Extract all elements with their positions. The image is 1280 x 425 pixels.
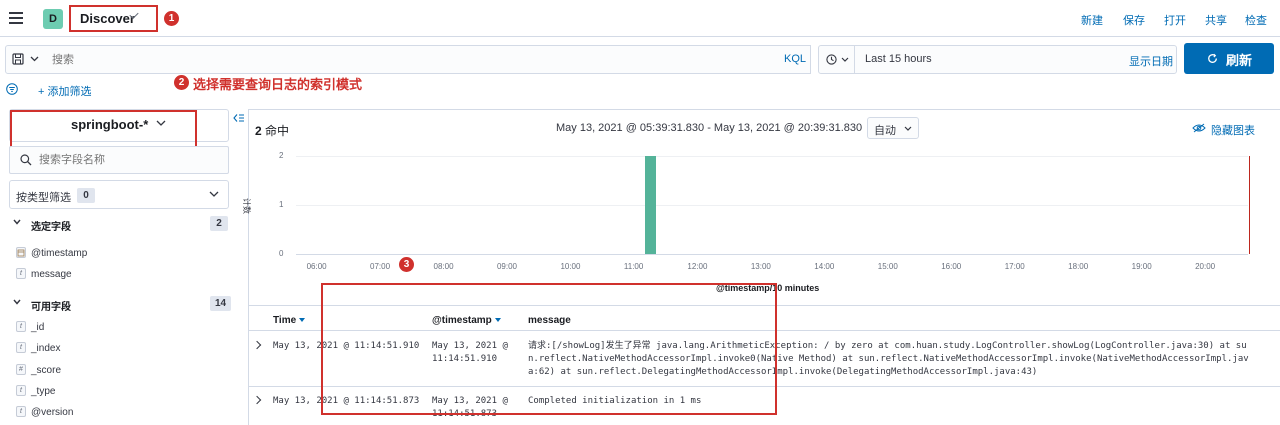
x-tick-label: 14:00 bbox=[814, 262, 835, 271]
string-field-icon: t bbox=[16, 342, 26, 353]
x-tick-label: 13:00 bbox=[750, 262, 771, 271]
x-tick-label: 11:00 bbox=[623, 262, 644, 271]
gridline bbox=[296, 156, 1248, 157]
x-tick-label: 09:00 bbox=[496, 262, 517, 271]
x-tick-label: 19:00 bbox=[1131, 262, 1152, 271]
sort-desc-icon bbox=[299, 318, 306, 323]
refresh-button[interactable]: 刷新 bbox=[1184, 43, 1274, 74]
y-tick-label: 2 bbox=[279, 151, 284, 160]
x-tick-label: 15:00 bbox=[877, 262, 898, 271]
x-tick-label: 18:00 bbox=[1068, 262, 1089, 271]
chevron-down-icon bbox=[156, 120, 166, 126]
field-index[interactable]: _index bbox=[31, 343, 60, 354]
eye-closed-icon bbox=[1192, 123, 1206, 133]
chevron-down-icon bbox=[30, 56, 39, 62]
kql-toggle[interactable]: KQL bbox=[784, 53, 806, 65]
filter-by-type-label: 按类型筛选 bbox=[16, 192, 71, 204]
column-header-label: Time bbox=[273, 315, 297, 326]
saved-query-button[interactable] bbox=[5, 45, 45, 74]
x-tick-label: 17:00 bbox=[1004, 262, 1025, 271]
hits-count: 2 bbox=[255, 124, 262, 138]
show-dates-link[interactable]: 显示日期 bbox=[1129, 53, 1173, 69]
field-message[interactable]: message bbox=[31, 269, 72, 280]
string-field-icon: t bbox=[16, 321, 26, 332]
x-tick-label: 12:00 bbox=[687, 262, 708, 271]
date-divider bbox=[854, 46, 855, 73]
chevron-down-icon bbox=[209, 191, 219, 197]
hits-summary: 2 命中 bbox=[255, 122, 289, 139]
search-input[interactable] bbox=[52, 52, 652, 68]
filter-menu-icon[interactable] bbox=[6, 83, 18, 95]
refresh-label: 刷新 bbox=[1226, 53, 1253, 68]
add-filter-link[interactable]: + 添加筛选 bbox=[38, 83, 91, 99]
save-link[interactable]: 保存 bbox=[1123, 12, 1145, 28]
open-link[interactable]: 打开 bbox=[1164, 12, 1186, 28]
hits-label: 命中 bbox=[265, 124, 290, 138]
annotation-marker-1: 1 bbox=[164, 11, 179, 26]
available-fields-title: 可用字段 bbox=[31, 302, 71, 313]
inspect-link[interactable]: 检查 bbox=[1245, 12, 1267, 28]
y-tick-label: 0 bbox=[279, 249, 284, 258]
x-tick-label: 07:00 bbox=[370, 262, 391, 271]
number-field-icon: # bbox=[16, 364, 26, 375]
refresh-icon bbox=[1208, 53, 1217, 63]
field-version[interactable]: @version bbox=[31, 407, 73, 418]
clock-icon bbox=[826, 54, 837, 65]
x-tick-label: 08:00 bbox=[433, 262, 454, 271]
x-tick-label: 16:00 bbox=[941, 262, 962, 271]
x-tick-label: 20:00 bbox=[1195, 262, 1216, 271]
quick-menu-button[interactable] bbox=[819, 46, 854, 73]
gridline bbox=[296, 205, 1248, 206]
hide-chart-link[interactable]: 隐藏图表 bbox=[1211, 122, 1255, 138]
field-search-input[interactable] bbox=[39, 153, 219, 167]
interval-value: 自动 bbox=[874, 125, 896, 137]
collapse-sidebar-icon[interactable] bbox=[233, 113, 245, 123]
field-type[interactable]: _type bbox=[31, 386, 55, 397]
string-field-icon: t bbox=[16, 268, 26, 279]
annotation-box-3 bbox=[321, 283, 777, 415]
filter-count-badge: 0 bbox=[77, 188, 95, 203]
string-field-icon: t bbox=[16, 406, 26, 417]
date-field-icon bbox=[16, 247, 26, 258]
share-link[interactable]: 共享 bbox=[1205, 12, 1227, 28]
selected-count-badge: 2 bbox=[210, 216, 228, 231]
hamburger-menu-icon[interactable] bbox=[9, 12, 23, 24]
time-range-text[interactable]: Last 15 hours bbox=[865, 53, 932, 65]
annotation-marker-2: 2 bbox=[174, 75, 189, 90]
y-tick-label: 1 bbox=[279, 200, 284, 209]
chevron-down-icon[interactable] bbox=[13, 299, 21, 305]
annotation-text-2: 选择需要查询日志的索引模式 bbox=[193, 77, 363, 92]
interval-select[interactable]: 自动 bbox=[867, 117, 919, 139]
field-score[interactable]: _score bbox=[31, 365, 61, 376]
field-timestamp[interactable]: @timestamp bbox=[31, 248, 87, 259]
chevron-down-icon bbox=[904, 126, 912, 131]
string-field-icon: t bbox=[16, 385, 26, 396]
selected-fields-title: 选定字段 bbox=[31, 222, 71, 233]
available-count-badge: 14 bbox=[210, 296, 232, 311]
x-axis-line bbox=[296, 254, 1248, 255]
breadcrumb-discover[interactable]: Discover bbox=[80, 11, 135, 26]
chevron-down-icon[interactable] bbox=[13, 219, 21, 225]
y-axis-label: 计数 bbox=[242, 198, 251, 214]
app-badge[interactable]: D bbox=[43, 9, 63, 29]
search-icon bbox=[20, 154, 32, 166]
x-tick-label: 06:00 bbox=[306, 262, 327, 271]
date-range-label: May 13, 2021 @ 05:39:31.830 - May 13, 20… bbox=[556, 122, 863, 134]
new-link[interactable]: 新建 bbox=[1081, 12, 1103, 28]
annotation-marker-3: 3 bbox=[399, 257, 414, 272]
x-tick-label: 10:00 bbox=[560, 262, 581, 271]
index-pattern-label: springboot-* bbox=[71, 117, 149, 132]
column-header-time[interactable]: Time bbox=[273, 315, 306, 326]
save-icon bbox=[12, 53, 24, 65]
field-id[interactable]: _id bbox=[31, 322, 44, 333]
histogram-bar[interactable] bbox=[645, 156, 657, 254]
now-marker-line bbox=[1249, 156, 1250, 254]
chevron-down-icon bbox=[841, 57, 849, 62]
